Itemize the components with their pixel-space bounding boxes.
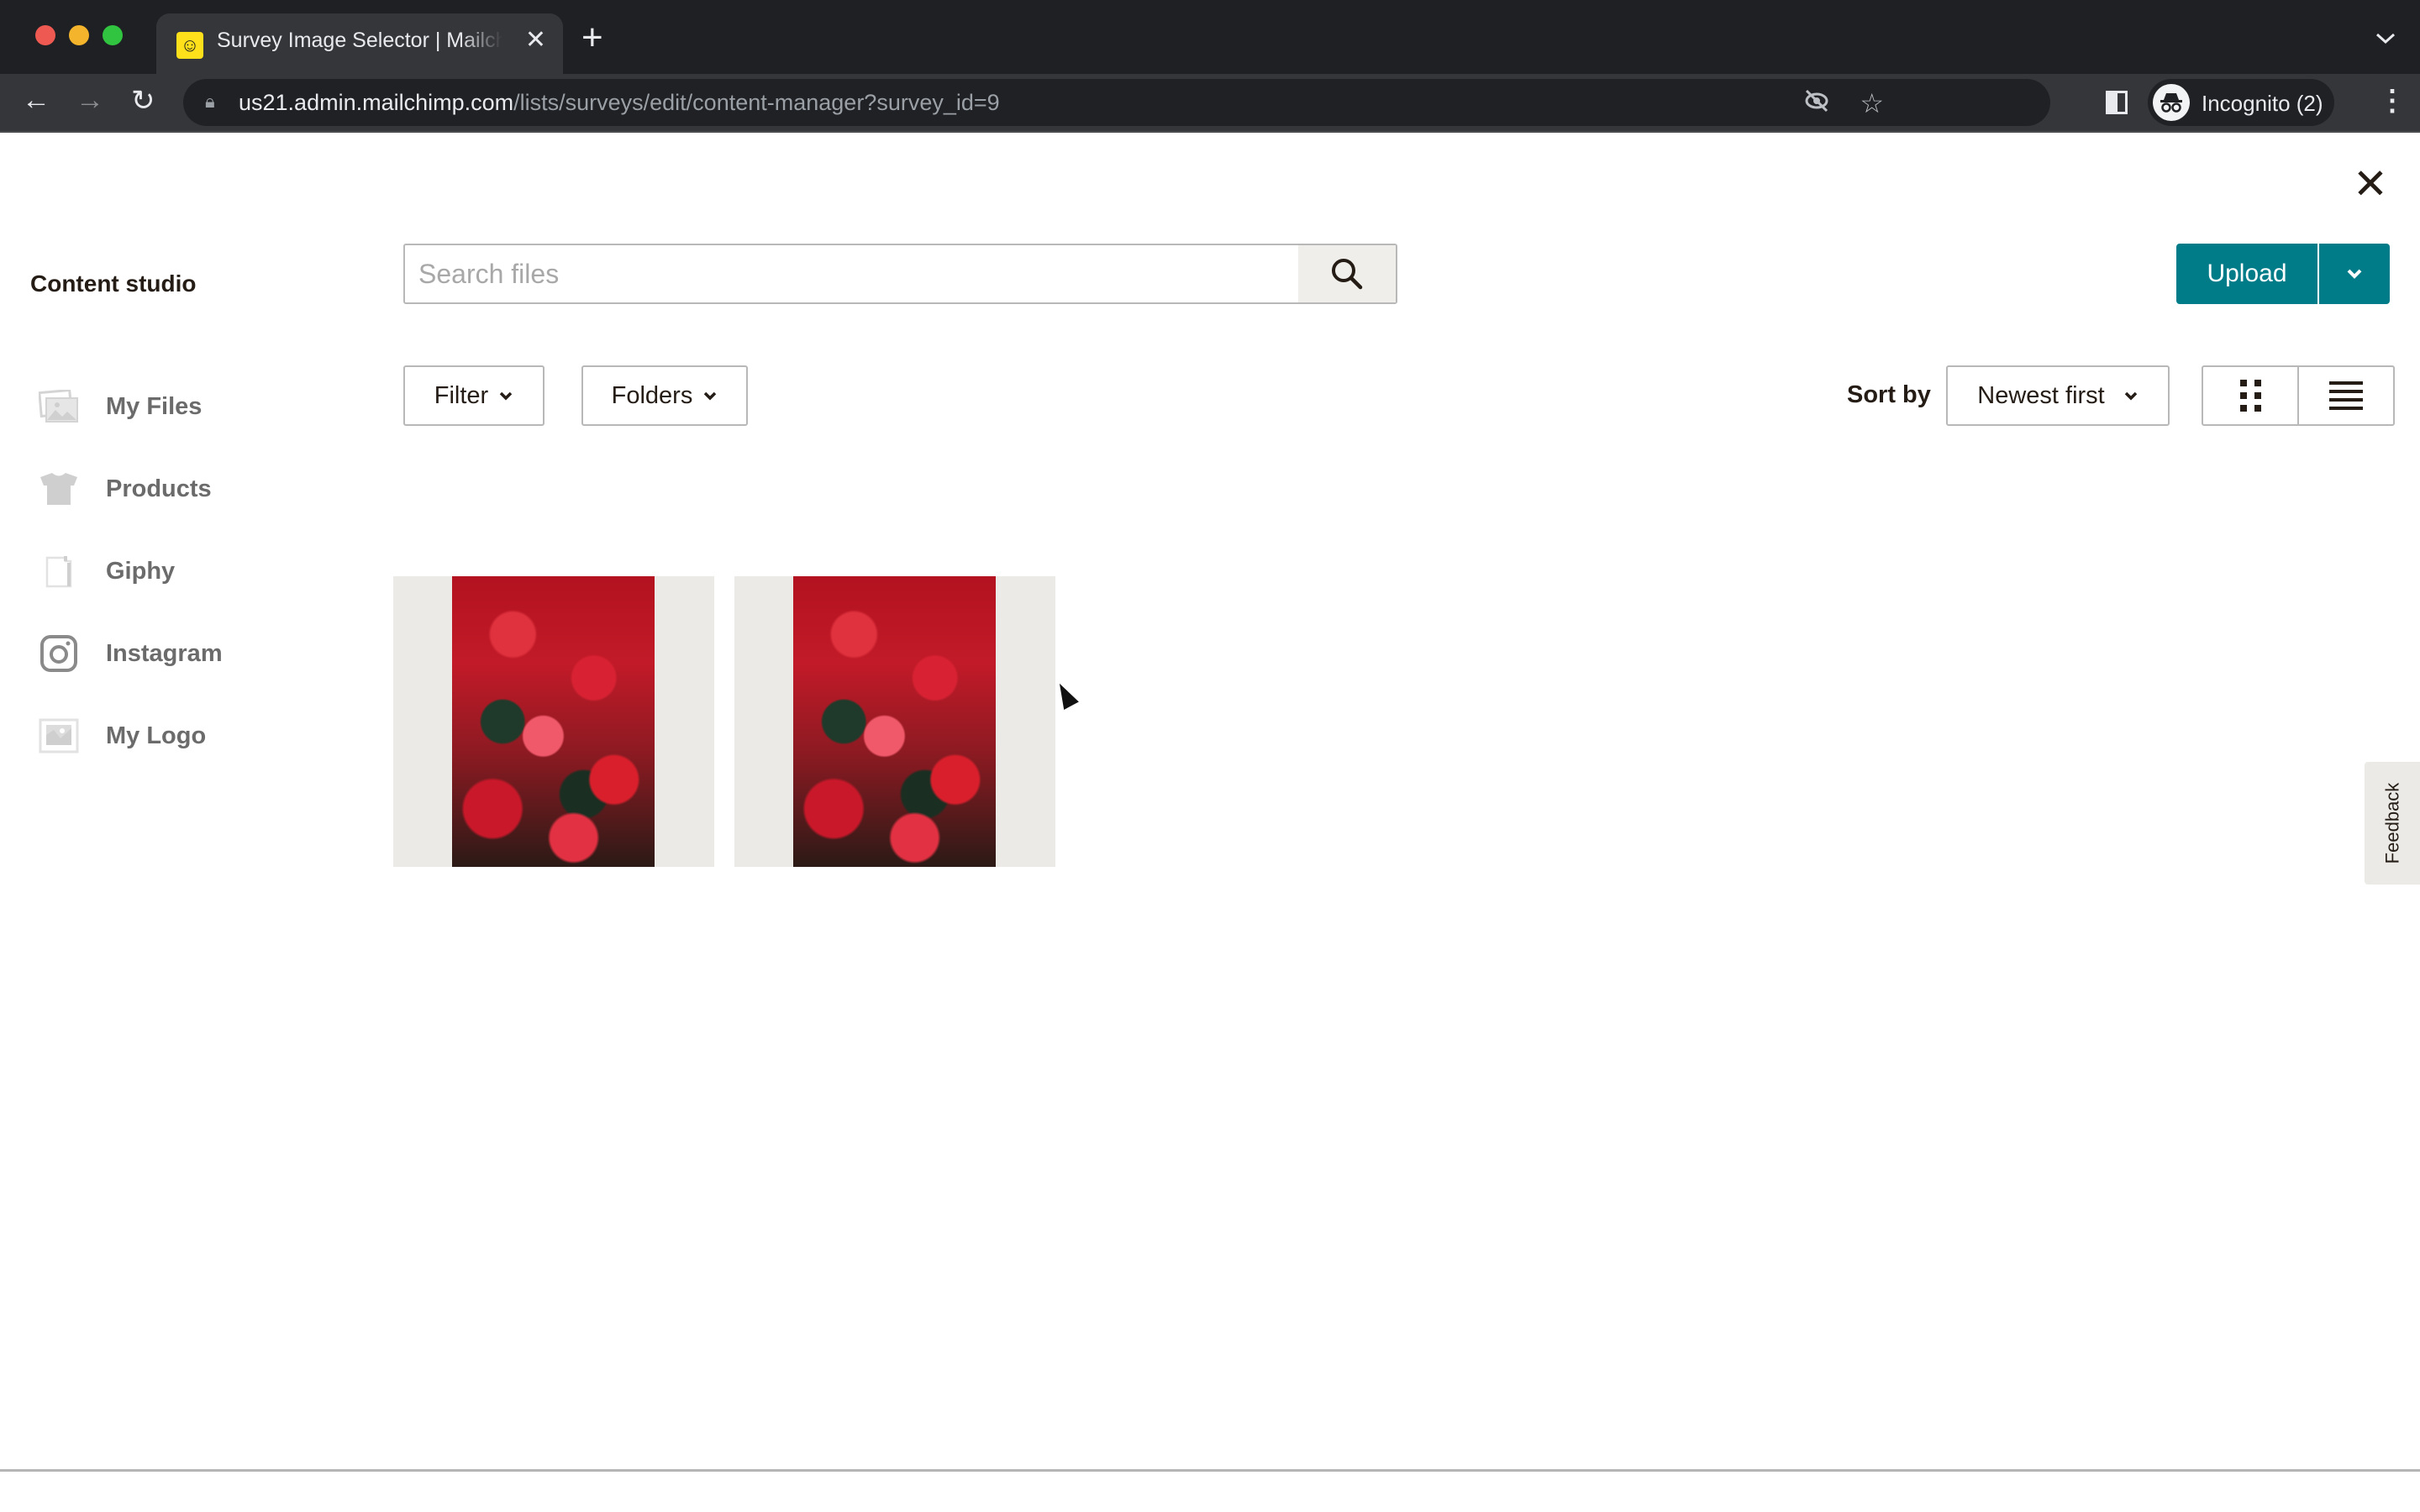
tab-search-chevron-icon[interactable] (2375, 25, 2396, 51)
sidebar-item-label: Giphy (106, 557, 176, 585)
tab-close-icon[interactable]: ✕ (525, 25, 546, 55)
profile-button[interactable]: Incognito (2) (2148, 79, 2334, 126)
back-button[interactable]: ← (22, 84, 50, 117)
folders-label: Folders (611, 381, 693, 409)
sort-value: Newest first (1977, 381, 2105, 409)
search-button[interactable] (1298, 245, 1396, 302)
instagram-icon (39, 633, 79, 674)
filter-dropdown[interactable]: Filter (403, 365, 544, 426)
forward-button[interactable]: → (76, 84, 104, 117)
mailchimp-favicon-icon: ☺ (176, 32, 203, 59)
sidebar-item-label: Instagram (106, 639, 223, 667)
file-thumbnail[interactable] (393, 576, 714, 867)
close-modal-icon[interactable]: ✕ (2353, 163, 2388, 205)
window-zoom-button[interactable] (103, 25, 123, 45)
reload-button[interactable]: ↻ (131, 84, 155, 118)
search-icon (1332, 259, 1363, 290)
sort-by-label: Sort by (1847, 381, 1931, 408)
url-text[interactable]: us21.admin.mailchimp.com/lists/surveys/e… (239, 90, 1000, 116)
browser-tab-strip: ☺ Survey Image Selector | Mailchimp ✕ + (0, 0, 2420, 74)
content-studio-modal: ✕ Content studio My Files Products Giphy… (0, 134, 2420, 1472)
filter-label: Filter (434, 381, 489, 409)
incognito-icon (2153, 84, 2190, 121)
upload-button[interactable]: Upload (2176, 244, 2317, 304)
images-icon (39, 386, 79, 427)
red-flowers-image (452, 576, 655, 867)
sidebar-item-my-logo[interactable]: My Logo (39, 714, 341, 758)
giphy-icon (39, 551, 79, 591)
sidebar-item-giphy[interactable]: Giphy (39, 549, 341, 593)
upload-options-button[interactable] (2319, 244, 2390, 304)
window-minimize-button[interactable] (69, 25, 89, 45)
new-tab-button[interactable]: + (581, 17, 603, 59)
profile-label: Incognito (2) (2202, 91, 2323, 116)
tracking-blocked-eye-icon[interactable] (1803, 89, 1830, 118)
chevron-down-icon (2347, 269, 2362, 279)
chevron-down-icon (2124, 391, 2137, 401)
sidebar-item-instagram[interactable]: Instagram (39, 632, 341, 675)
side-panel-icon[interactable] (2106, 91, 2128, 114)
url-host: us21.admin.mailchimp.com (239, 90, 514, 115)
browser-toolbar: ← → ↻ 🔒︎ us21.admin.mailchimp.com/lists/… (0, 74, 2420, 133)
lock-icon[interactable]: 🔒︎ (205, 91, 215, 113)
logo-image-icon (39, 716, 79, 756)
sidebar-item-label: Products (106, 475, 212, 502)
file-thumbnail[interactable] (734, 576, 1055, 867)
window-close-button[interactable] (35, 25, 55, 45)
list-icon (2329, 376, 2363, 415)
sidebar-item-products[interactable]: Products (39, 467, 341, 511)
browser-menu-icon[interactable]: ⋮ (2378, 84, 2407, 118)
sort-dropdown[interactable]: Newest first (1946, 365, 2170, 426)
search-input[interactable] (405, 245, 1298, 302)
list-view-button[interactable] (2297, 367, 2393, 424)
sidebar-item-my-files[interactable]: My Files (39, 385, 341, 428)
mouse-cursor-icon (1052, 680, 1079, 710)
grid-icon (2239, 380, 2261, 412)
upload-button-group: Upload (2176, 244, 2390, 304)
browser-tab[interactable]: ☺ Survey Image Selector | Mailchimp ✕ (156, 13, 563, 74)
chevron-down-icon (499, 391, 513, 401)
address-bar[interactable]: 🔒︎ us21.admin.mailchimp.com/lists/survey… (183, 79, 2050, 126)
sidebar-title: Content studio (30, 270, 197, 297)
sidebar-item-label: My Logo (106, 722, 207, 749)
chevron-down-icon (704, 391, 717, 401)
bottom-divider (0, 1469, 2420, 1472)
bookmark-star-icon[interactable]: ☆ (1860, 87, 1884, 119)
search-field (403, 244, 1397, 304)
feedback-tab[interactable]: Feedback (2365, 762, 2420, 885)
tshirt-icon (39, 469, 79, 509)
grid-view-button[interactable] (2203, 367, 2297, 424)
feedback-label: Feedback (2381, 782, 2402, 864)
sidebar-item-label: My Files (106, 392, 203, 420)
red-flowers-image (793, 576, 996, 867)
url-path: /lists/surveys/edit/content-manager?surv… (513, 90, 1000, 115)
tab-title: Survey Image Selector | Mailchimp (217, 29, 502, 52)
folders-dropdown[interactable]: Folders (581, 365, 748, 426)
view-toggle (2202, 365, 2395, 426)
